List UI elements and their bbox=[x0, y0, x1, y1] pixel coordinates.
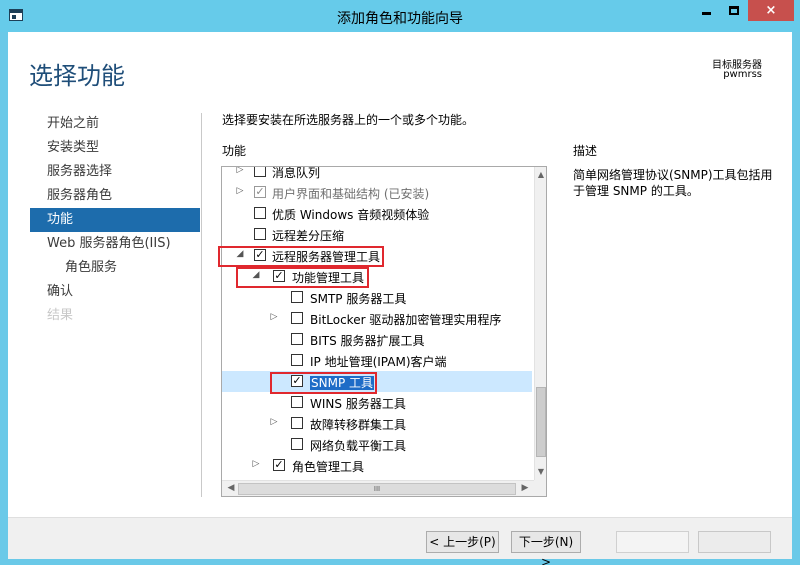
expand-arrow-icon[interactable]: ▷ bbox=[269, 417, 279, 427]
feature-checkbox[interactable]: ✓ bbox=[273, 459, 285, 471]
expand-arrow-icon[interactable]: ▷ bbox=[269, 312, 279, 322]
feature-checkbox[interactable]: ✓ bbox=[273, 270, 285, 282]
feature-checkbox[interactable] bbox=[291, 291, 303, 303]
feature-checkbox[interactable] bbox=[291, 396, 303, 408]
features-heading: 功能 bbox=[222, 144, 247, 158]
scroll-left-icon[interactable]: ◀ bbox=[224, 481, 238, 496]
features-tree[interactable]: ▷ 消息队列 ▷ ✓ 用户界面和基础结构 (已安装) 优质 Windows 音频… bbox=[221, 166, 547, 497]
nav-item-web-server-role[interactable]: Web 服务器角色(IIS) bbox=[30, 232, 200, 256]
tree-row[interactable]: 网络负载平衡工具 bbox=[222, 434, 532, 455]
feature-checkbox: ✓ bbox=[254, 185, 266, 198]
feature-checkbox[interactable] bbox=[291, 438, 303, 450]
tree-row[interactable]: BITS 服务器扩展工具 bbox=[222, 329, 532, 350]
scroll-down-icon[interactable]: ▼ bbox=[535, 465, 546, 479]
close-icon: × bbox=[765, 3, 777, 18]
tree-row[interactable]: ◢ ✓ 远程服务器管理工具 bbox=[222, 245, 532, 266]
nav-item-server-selection[interactable]: 服务器选择 bbox=[30, 160, 200, 184]
feature-label: 消息队列 bbox=[272, 166, 321, 180]
nav-item-confirmation[interactable]: 确认 bbox=[30, 280, 200, 304]
scroll-right-icon[interactable]: ▶ bbox=[518, 481, 532, 496]
feature-label: BitLocker 驱动器加密管理实用程序 bbox=[310, 313, 502, 327]
feature-label: 远程差分压缩 bbox=[272, 229, 345, 243]
feature-label: BITS 服务器扩展工具 bbox=[310, 334, 425, 348]
tree-row[interactable]: ▷ 消息队列 bbox=[222, 166, 532, 182]
wizard-client-area: 选择功能 目标服务器 pwmrss 开始之前 安装类型 服务器选择 服务器角色 … bbox=[8, 32, 792, 565]
horizontal-scrollbar[interactable]: ◀ III ▶ bbox=[222, 480, 534, 496]
nav-item-installation-type[interactable]: 安装类型 bbox=[30, 136, 200, 160]
feature-label: SMTP 服务器工具 bbox=[310, 292, 407, 306]
tree-row-selected[interactable]: ✓ SNMP 工具 bbox=[222, 371, 532, 392]
tree-row[interactable]: ▷ ✓ 用户界面和基础结构 (已安装) bbox=[222, 182, 532, 203]
horizontal-scroll-thumb[interactable]: III bbox=[238, 483, 516, 495]
feature-label: 远程服务器管理工具 bbox=[272, 250, 381, 264]
feature-label: 优质 Windows 音频视频体验 bbox=[272, 208, 430, 222]
feature-checkbox[interactable]: ✓ bbox=[254, 249, 266, 261]
features-tree-rows: ▷ 消息队列 ▷ ✓ 用户界面和基础结构 (已安装) 优质 Windows 音频… bbox=[222, 166, 532, 476]
tree-row[interactable]: ▷ ✓ 角色管理工具 bbox=[222, 455, 532, 476]
feature-label: IP 地址管理(IPAM)客户端 bbox=[310, 355, 447, 369]
feature-checkbox[interactable] bbox=[254, 207, 266, 219]
feature-label: 角色管理工具 bbox=[292, 460, 365, 474]
scrollbar-corner bbox=[534, 480, 546, 496]
nav-item-results: 结果 bbox=[47, 308, 74, 323]
title-bar: 添加角色和功能向导 × bbox=[0, 0, 800, 32]
expand-arrow-icon[interactable]: ▷ bbox=[235, 167, 245, 175]
minimize-button[interactable] bbox=[693, 0, 720, 21]
cancel-button[interactable] bbox=[698, 531, 771, 553]
feature-label: 功能管理工具 bbox=[292, 271, 365, 285]
expand-arrow-icon[interactable]: ▷ bbox=[251, 459, 261, 469]
expand-arrow-icon[interactable]: ▷ bbox=[235, 186, 245, 196]
collapse-arrow-icon[interactable]: ◢ bbox=[251, 270, 261, 280]
close-button[interactable]: × bbox=[748, 0, 794, 21]
tree-row[interactable]: ▷ 故障转移群集工具 bbox=[222, 413, 532, 434]
tree-row[interactable]: WINS 服务器工具 bbox=[222, 392, 532, 413]
feature-checkbox[interactable] bbox=[291, 417, 303, 429]
feature-checkbox[interactable] bbox=[291, 312, 303, 324]
description-heading: 描述 bbox=[573, 144, 598, 158]
feature-label: 网络负载平衡工具 bbox=[310, 439, 407, 453]
tree-row[interactable]: 优质 Windows 音频视频体验 bbox=[222, 203, 532, 224]
feature-checkbox[interactable] bbox=[254, 228, 266, 240]
collapse-arrow-icon[interactable]: ◢ bbox=[235, 249, 245, 259]
feature-label: WINS 服务器工具 bbox=[310, 397, 406, 411]
maximize-button[interactable] bbox=[720, 0, 747, 21]
feature-label: SNMP 工具 bbox=[310, 376, 374, 390]
tree-row[interactable]: IP 地址管理(IPAM)客户端 bbox=[222, 350, 532, 371]
feature-checkbox[interactable] bbox=[291, 354, 303, 366]
feature-checkbox[interactable] bbox=[254, 167, 266, 177]
nav-item-role-services[interactable]: 角色服务 bbox=[30, 256, 200, 280]
nav-divider bbox=[201, 113, 202, 497]
maximize-icon bbox=[728, 6, 739, 15]
feature-label: 用户界面和基础结构 (已安装) bbox=[272, 187, 430, 201]
tree-row[interactable]: ▷ BitLocker 驱动器加密管理实用程序 bbox=[222, 308, 532, 329]
next-button[interactable]: 下一步(N) > bbox=[511, 531, 581, 565]
page-title: 选择功能 bbox=[29, 62, 125, 90]
tree-row[interactable]: SMTP 服务器工具 bbox=[222, 287, 532, 308]
wizard-footer: < 上一步(P) 下一步(N) > bbox=[8, 517, 792, 565]
nav-item-server-roles[interactable]: 服务器角色 bbox=[30, 184, 200, 208]
minimize-icon bbox=[702, 12, 711, 15]
feature-checkbox[interactable]: ✓ bbox=[291, 375, 303, 387]
nav-item-features[interactable]: 功能 bbox=[30, 208, 200, 232]
feature-label: 故障转移群集工具 bbox=[310, 418, 407, 432]
install-button[interactable] bbox=[616, 531, 689, 553]
description-text: 简单网络管理协议(SNMP)工具包括用于管理 SNMP 的工具。 bbox=[573, 168, 773, 198]
tree-row[interactable]: 远程差分压缩 bbox=[222, 224, 532, 245]
instruction-text: 选择要安装在所选服务器上的一个或多个功能。 bbox=[222, 113, 475, 127]
tree-row[interactable]: ◢ ✓ 功能管理工具 bbox=[222, 266, 532, 287]
feature-checkbox[interactable] bbox=[291, 333, 303, 345]
destination-server-name: pwmrss bbox=[723, 69, 762, 80]
wizard-nav: 开始之前 安装类型 服务器选择 服务器角色 功能 Web 服务器角色(IIS) … bbox=[30, 112, 200, 328]
feature-label-wrap: SNMP 工具 bbox=[310, 374, 374, 391]
nav-item-before-you-begin[interactable]: 开始之前 bbox=[30, 112, 200, 136]
window-title: 添加角色和功能向导 bbox=[337, 11, 463, 27]
vertical-scrollbar[interactable]: ▲ ▼ bbox=[534, 167, 546, 480]
previous-button[interactable]: < 上一步(P) bbox=[426, 531, 499, 553]
vertical-scroll-thumb[interactable] bbox=[536, 387, 546, 457]
scroll-up-icon[interactable]: ▲ bbox=[535, 168, 546, 182]
